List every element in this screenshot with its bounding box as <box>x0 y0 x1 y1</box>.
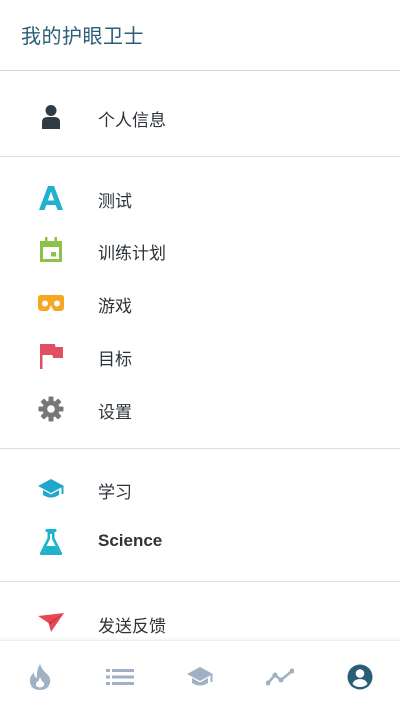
flag-icon <box>36 342 66 370</box>
list-icon <box>106 668 134 685</box>
gear-icon <box>36 395 66 423</box>
section-divider <box>0 581 400 582</box>
flask-icon <box>36 528 66 556</box>
menu-item-settings[interactable]: 设置 <box>0 383 400 435</box>
nav-tab-study[interactable] <box>160 641 240 711</box>
section-divider <box>0 156 400 157</box>
section-divider <box>0 448 400 449</box>
flame-icon <box>29 663 51 690</box>
calendar-icon <box>36 236 66 264</box>
nav-tab-flame[interactable] <box>0 641 80 711</box>
letter-a-icon <box>36 184 66 212</box>
menu-label-feedback: 发送反馈 <box>98 617 166 637</box>
menu-label-training-plan: 训练计划 <box>98 244 166 264</box>
menu-item-study[interactable]: 学习 <box>0 463 400 515</box>
account-circle-icon <box>347 664 373 689</box>
trend-line-icon <box>266 668 294 685</box>
menu-label-games: 游戏 <box>98 297 132 317</box>
menu-item-profile[interactable]: 个人信息 <box>0 91 400 143</box>
app-title: 我的护眼卫士 <box>21 24 144 48</box>
menu-label-study: 学习 <box>98 483 132 503</box>
menu-label-profile: 个人信息 <box>98 111 166 131</box>
menu-label-settings: 设置 <box>98 403 132 423</box>
menu-label-test: 测试 <box>98 192 132 212</box>
bottom-navigation-bar <box>0 640 400 711</box>
person-icon <box>36 103 66 131</box>
send-icon <box>36 609 66 637</box>
menu-item-test[interactable]: 测试 <box>0 172 400 224</box>
app-header: 我的护眼卫士 <box>0 0 400 71</box>
menu-item-goals[interactable]: 目标 <box>0 330 400 382</box>
nav-tab-account[interactable] <box>320 641 400 711</box>
menu-item-games[interactable]: 游戏 <box>0 277 400 329</box>
menu-item-science[interactable]: Science <box>0 516 400 568</box>
nav-tab-progress[interactable] <box>240 641 320 711</box>
vr-goggles-icon <box>36 289 66 317</box>
graduation-cap-icon <box>36 475 66 503</box>
menu-label-goals: 目标 <box>98 350 132 370</box>
menu-label-science: Science <box>98 531 163 550</box>
menu-item-training-plan[interactable]: 训练计划 <box>0 224 400 276</box>
navigation-drawer-screen: 我的护眼卫士 个人信息 测试 训练计划 游戏 目标 设置 学习 Science … <box>0 0 400 711</box>
nav-tab-list[interactable] <box>80 641 160 711</box>
graduation-cap-icon <box>187 666 213 685</box>
